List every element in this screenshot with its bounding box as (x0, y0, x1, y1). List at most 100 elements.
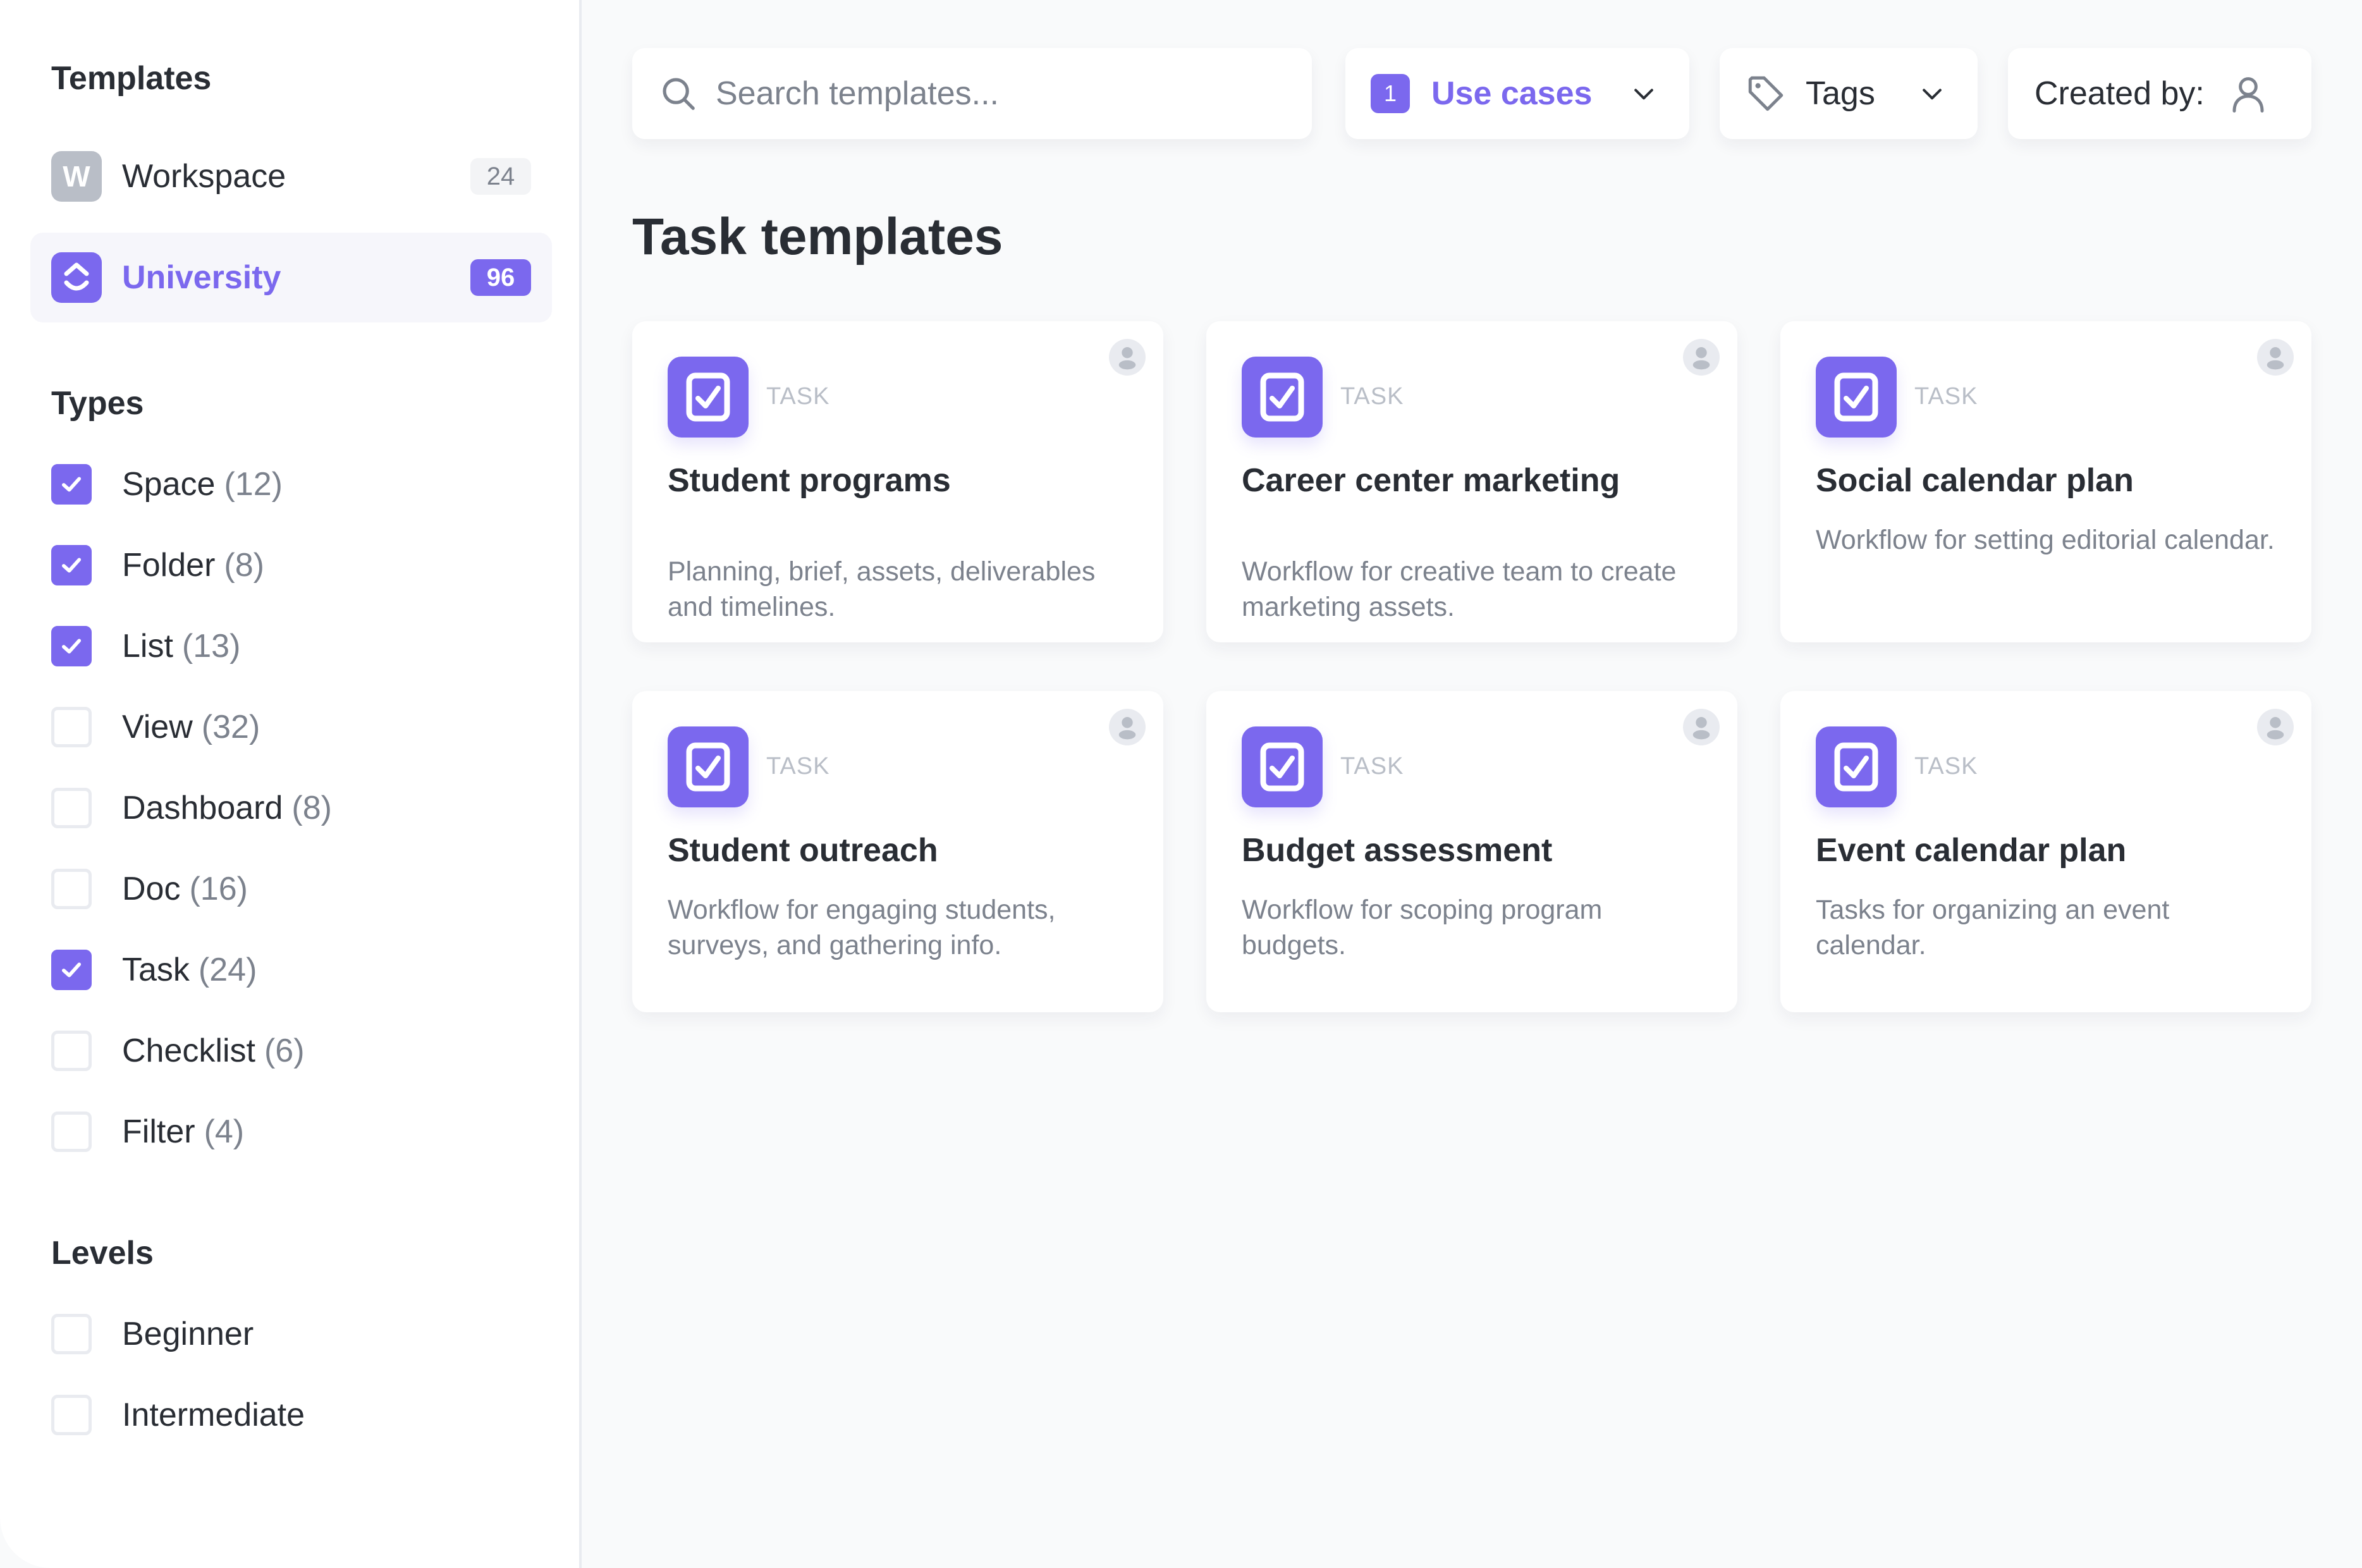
template-type-label: TASK (1914, 383, 1978, 410)
type-label: Doc (122, 871, 181, 907)
type-label: Folder (122, 547, 216, 584)
levels-section-title: Levels (51, 1235, 154, 1271)
type-count: (16) (189, 871, 248, 907)
sidebar-item-university[interactable]: University 96 (30, 233, 552, 322)
checkmark-icon (61, 558, 82, 573)
template-title: Student programs (668, 462, 951, 499)
chevron-down-icon (1634, 89, 1653, 100)
template-card[interactable]: TASK Student outreach Workflow for engagin… (632, 691, 1163, 1012)
types-section-title: Types (51, 385, 144, 422)
sidebar-item-workspace[interactable]: W Workspace 24 (30, 132, 552, 221)
template-card[interactable]: TASK Student programs Planning, brief, ass… (632, 321, 1163, 642)
level-label: Intermediate (122, 1397, 305, 1433)
created-by-label: Created by: (2035, 75, 2205, 112)
type-label: Dashboard (122, 790, 283, 826)
task-checkbox-icon (1816, 726, 1897, 807)
template-title: Career center marketing (1242, 462, 1620, 499)
templates-section-title: Templates (51, 60, 212, 97)
created-by-filter[interactable]: Created by: (2008, 48, 2311, 139)
checkbox[interactable] (51, 869, 92, 909)
creator-avatar-icon (2257, 709, 2294, 745)
creator-avatar-icon (2257, 339, 2294, 376)
type-filter-folder[interactable]: Folder (8) (51, 539, 264, 592)
task-checkbox-icon (668, 726, 749, 807)
creator-avatar-icon (1683, 339, 1720, 376)
workspace-letter-icon: W (51, 151, 102, 202)
tags-label: Tags (1806, 75, 1875, 112)
type-filter-dashboard[interactable]: Dashboard (8) (51, 781, 332, 835)
sidebar-item-label: Workspace (122, 158, 286, 195)
creator-avatar-icon (1109, 709, 1146, 745)
checkbox[interactable] (51, 1112, 92, 1152)
level-filter-beginner[interactable]: Beginner (51, 1308, 254, 1361)
template-card[interactable]: TASK Budget assessment Workflow for scopin… (1206, 691, 1737, 1012)
type-label: Task (122, 952, 190, 988)
template-title: Social calendar plan (1816, 462, 2134, 499)
type-filter-space[interactable]: Space (12) (51, 458, 283, 511)
type-count: (4) (204, 1113, 245, 1150)
checkbox[interactable] (51, 788, 92, 828)
type-filter-doc[interactable]: Doc (16) (51, 862, 248, 916)
count-badge: 24 (470, 158, 531, 195)
checkbox[interactable] (51, 545, 92, 585)
type-label: Space (122, 466, 216, 503)
task-checkbox-icon (1242, 357, 1323, 438)
type-count: (6) (264, 1032, 305, 1069)
template-card[interactable]: TASK Event calendar plan Tasks for organiz… (1780, 691, 2311, 1012)
template-description: Workflow for engaging students, surveys,… (668, 895, 1056, 960)
creator-avatar-icon (1109, 339, 1146, 376)
template-type-label: TASK (1914, 753, 1978, 780)
search-input[interactable] (716, 75, 1272, 113)
tags-dropdown[interactable]: Tags (1720, 48, 1978, 139)
use-cases-label: Use cases (1431, 75, 1593, 112)
template-type-label: TASK (766, 383, 830, 410)
template-card[interactable]: TASK Social calendar plan Workflow for set… (1780, 321, 2311, 642)
search-icon (663, 78, 695, 110)
sidebar-item-label: University (122, 259, 281, 296)
checkbox[interactable] (51, 950, 92, 990)
template-title: Event calendar plan (1816, 832, 2127, 869)
template-description: Planning, brief, assets, deliverables an… (668, 556, 1096, 622)
type-count: (24) (198, 952, 257, 988)
count-badge: 96 (470, 259, 531, 296)
templates-browser: Templates W Workspace 24 University 96 T… (0, 0, 2362, 1568)
clickup-logo-icon (51, 252, 102, 303)
checkbox[interactable] (51, 1395, 92, 1435)
task-checkbox-icon (668, 357, 749, 438)
chevron-down-icon (1923, 89, 1942, 100)
template-description: Workflow for scoping program budgets. (1242, 895, 1603, 960)
type-filter-checklist[interactable]: Checklist (6) (51, 1024, 305, 1077)
checkbox[interactable] (51, 1031, 92, 1071)
page-title: Task templates (632, 208, 1003, 266)
type-label: Checklist (122, 1032, 255, 1069)
task-checkbox-icon (1242, 726, 1323, 807)
type-filter-filter[interactable]: Filter (4) (51, 1105, 244, 1158)
checkbox[interactable] (51, 464, 92, 505)
template-card[interactable]: TASK Career center marketing Workflow for … (1206, 321, 1737, 642)
level-filter-intermediate[interactable]: Intermediate (51, 1388, 305, 1442)
type-label: Filter (122, 1113, 195, 1150)
checkmark-icon (61, 639, 82, 654)
level-label: Beginner (122, 1316, 254, 1352)
checkbox[interactable] (51, 1314, 92, 1354)
search-bar[interactable] (632, 48, 1312, 139)
checkbox[interactable] (51, 626, 92, 666)
type-count: (8) (224, 547, 264, 584)
tag-icon (1748, 76, 1784, 111)
template-type-label: TASK (1340, 383, 1404, 410)
template-type-label: TASK (1340, 753, 1404, 780)
type-filter-view[interactable]: View (32) (51, 701, 260, 754)
type-label: List (122, 628, 173, 665)
template-title: Student outreach (668, 832, 938, 869)
use-cases-dropdown[interactable]: 1 Use cases (1345, 48, 1689, 139)
checkbox[interactable] (51, 707, 92, 747)
sidebar: Templates W Workspace 24 University 96 T… (0, 0, 582, 1568)
type-count: (13) (181, 628, 241, 665)
template-description: Tasks for organizing an event calendar. (1816, 895, 2170, 960)
template-type-label: TASK (766, 753, 830, 780)
type-count: (32) (201, 709, 260, 745)
type-filter-list[interactable]: List (13) (51, 620, 240, 673)
checkmark-icon (61, 477, 82, 492)
template-title: Budget assessment (1242, 832, 1553, 869)
type-filter-task[interactable]: Task (24) (51, 943, 257, 996)
